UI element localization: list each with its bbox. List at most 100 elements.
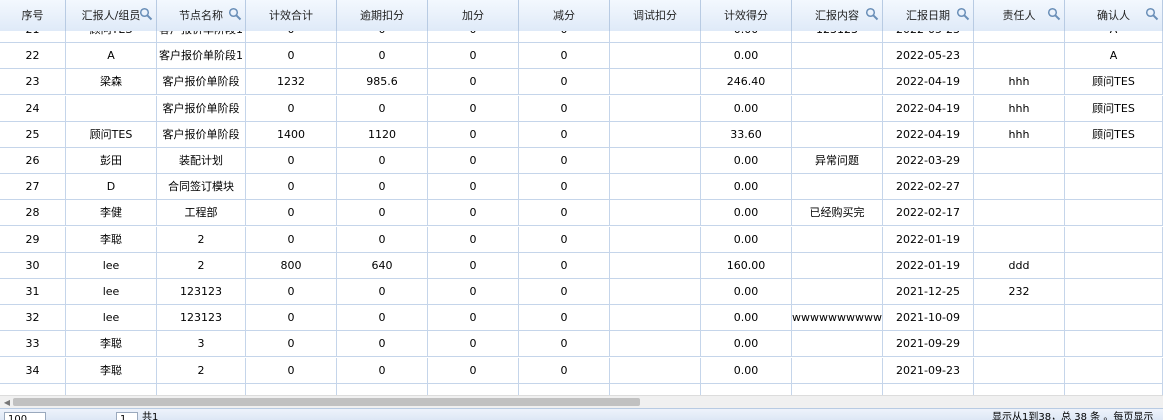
scroll-left-arrow-icon[interactable]: ◀	[2, 397, 12, 408]
cell-confirmer	[1065, 252, 1163, 278]
cell-overdue	[337, 383, 428, 395]
cell-confirmer	[1065, 279, 1163, 304]
cell-score: 0.00	[701, 305, 792, 331]
cell-plus: 0	[428, 43, 519, 69]
cell-node: 客户报价单阶段1	[157, 43, 246, 69]
table-row[interactable]: 26 彭田 装配计划 0 0 0 0 0.00 异常问题 2022-03-29	[0, 148, 1163, 174]
search-icon[interactable]	[865, 7, 879, 21]
horizontal-scrollbar[interactable]: ◀	[0, 395, 1163, 409]
column-header-debug[interactable]: 调试扣分	[610, 0, 701, 31]
cell-reporter	[66, 95, 157, 121]
table-row[interactable]: 34 李聪 2 0 0 0 0 0.00 2021-09-23	[0, 357, 1163, 384]
cell-owner: ddd	[974, 252, 1065, 278]
cell-content	[792, 121, 883, 147]
cell-debug	[610, 383, 701, 395]
table-row[interactable]: 30 lee 2 800 640 0 0 160.00 2022-01-19 ddd	[0, 252, 1163, 279]
cell-minus: 0	[519, 279, 610, 304]
column-header-node[interactable]: 节点名称	[157, 0, 246, 31]
cell-seq: 30	[0, 252, 66, 278]
cell-date: 2022-05-23	[883, 43, 974, 69]
column-header-minus[interactable]: 减分	[519, 0, 610, 31]
cell-reporter: 梁森	[66, 69, 157, 95]
cell-owner	[974, 383, 1065, 395]
table-row[interactable]: 31 lee 123123 0 0 0 0 0.00 2021-12-25 232	[0, 279, 1163, 305]
column-header-overdue[interactable]: 逾期扣分	[337, 0, 428, 31]
scrollbar-thumb[interactable]	[13, 398, 640, 406]
cell-score: 0.00	[701, 200, 792, 226]
cell-total: 0	[246, 331, 337, 357]
column-header-plus[interactable]: 加分	[428, 0, 519, 31]
column-header-seq[interactable]: 序号	[0, 0, 66, 31]
cell-node: 2	[157, 226, 246, 252]
cell-total: 0	[246, 43, 337, 69]
column-header-date[interactable]: 汇报日期	[883, 0, 974, 31]
table-row[interactable]	[0, 383, 1163, 395]
column-header-reporter[interactable]: 汇报人/组员	[66, 0, 157, 31]
column-header-score[interactable]: 计效得分	[701, 0, 792, 31]
cell-node: 客户报价单阶段	[157, 121, 246, 147]
cell-total: 1232	[246, 69, 337, 95]
column-header-label: 节点名称	[179, 9, 223, 22]
cell-score: 0.00	[701, 331, 792, 357]
search-icon[interactable]	[956, 7, 970, 21]
cell-seq: 27	[0, 174, 66, 200]
column-header-label: 计效得分	[724, 9, 768, 22]
column-header-content[interactable]: 汇报内容	[792, 0, 883, 31]
cell-minus: 0	[519, 148, 610, 173]
table-row[interactable]: 24 客户报价单阶段 0 0 0 0 0.00 2022-04-19 hhh 顾问TES	[0, 95, 1163, 122]
column-header-total[interactable]: 计效合计	[246, 0, 337, 31]
cell-overdue: 0	[337, 305, 428, 331]
cell-confirmer	[1065, 148, 1163, 173]
column-header-label: 汇报人/组员	[81, 9, 141, 22]
cell-debug	[610, 279, 701, 304]
column-header-confirmer[interactable]: 确认人	[1065, 0, 1163, 31]
table-row[interactable]: 25 顾问TES 客户报价单阶段 1400 1120 0 0 33.60 2022-04-19 h…	[0, 121, 1163, 148]
cell-minus: 0	[519, 31, 610, 42]
table-row[interactable]: 27 D 合同签订模块 0 0 0 0 0.00 2022-02-27	[0, 174, 1163, 201]
cell-debug	[610, 200, 701, 226]
cell-confirmer	[1065, 174, 1163, 200]
cell-reporter: lee	[66, 305, 157, 331]
cell-total: 0	[246, 95, 337, 121]
cell-overdue: 0	[337, 148, 428, 173]
search-icon[interactable]	[1145, 7, 1159, 21]
cell-minus: 0	[519, 200, 610, 226]
cell-minus: 0	[519, 174, 610, 200]
cell-owner	[974, 31, 1065, 42]
table-row[interactable]: 29 李聪 2 0 0 0 0 0.00 2022-01-19	[0, 226, 1163, 253]
cell-confirmer	[1065, 226, 1163, 252]
table-row[interactable]: 28 李健 工程部 0 0 0 0 0.00 已经购买完 2022-02-17	[0, 200, 1163, 227]
cell-debug	[610, 43, 701, 69]
pagination-bar: 100 1 共1 显示从1到38，总 38 条 。每页显示	[0, 408, 1163, 420]
cell-owner: hhh	[974, 121, 1065, 147]
cell-node: 3	[157, 331, 246, 357]
cell-content: wwwwwwwwwwww	[792, 305, 883, 331]
cell-debug	[610, 31, 701, 42]
cell-plus	[428, 383, 519, 395]
cell-plus: 0	[428, 95, 519, 121]
cell-seq: 32	[0, 305, 66, 331]
cell-debug	[610, 252, 701, 278]
table-row[interactable]: 22 A 客户报价单阶段1 0 0 0 0 0.00 2022-05-23 A	[0, 43, 1163, 70]
cell-score: 160.00	[701, 252, 792, 278]
cell-score: 0.00	[701, 279, 792, 304]
column-header-label: 调试扣分	[633, 9, 677, 22]
table-row[interactable]: 33 李聪 3 0 0 0 0 0.00 2021-09-29	[0, 331, 1163, 358]
column-header-label: 计效合计	[269, 9, 313, 22]
search-icon[interactable]	[228, 7, 242, 21]
cell-confirmer	[1065, 383, 1163, 395]
cell-minus: 0	[519, 226, 610, 252]
cell-debug	[610, 69, 701, 95]
cell-node: 合同签订模块	[157, 174, 246, 200]
search-icon[interactable]	[1047, 7, 1061, 21]
cell-debug	[610, 95, 701, 121]
search-icon[interactable]	[139, 7, 153, 21]
table-row[interactable]: 23 梁森 客户报价单阶段 1232 985.6 0 0 246.40 2022-04-19 hh…	[0, 69, 1163, 96]
column-header-label: 汇报内容	[815, 9, 859, 22]
cell-date: 2021-09-23	[883, 357, 974, 383]
cell-node: 客户报价单阶段	[157, 69, 246, 95]
cell-date: 2022-04-19	[883, 69, 974, 95]
table-row[interactable]: 21顾问TES客户报价单阶段100000.001231232022-05-23A	[0, 31, 1163, 43]
column-header-owner[interactable]: 责任人	[974, 0, 1065, 31]
table-row[interactable]: 32lee12312300000.00wwwwwwwwwwww2021-10-0…	[0, 305, 1163, 332]
